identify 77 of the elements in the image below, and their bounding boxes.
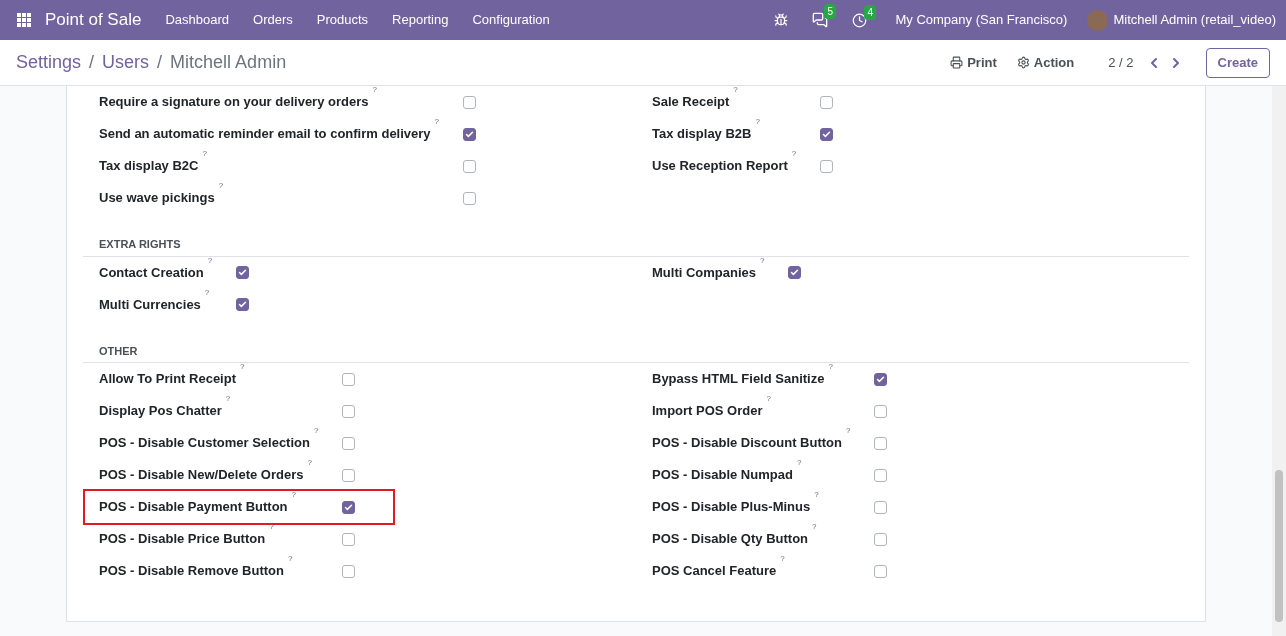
field-label: Bypass HTML Field Sanitize — [652, 370, 825, 389]
breadcrumb-current: Mitchell Admin — [170, 51, 287, 74]
field-label: POS - Disable New/Delete Orders — [99, 466, 304, 485]
checkbox[interactable] — [342, 500, 356, 514]
checkbox[interactable] — [342, 372, 356, 386]
field-label: POS - Disable Payment Button — [99, 498, 288, 517]
checkbox[interactable] — [820, 127, 834, 141]
checkbox[interactable] — [874, 436, 888, 450]
field-label: POS - Disable Qty Button — [652, 530, 808, 549]
checkbox[interactable] — [342, 564, 356, 578]
checkbox[interactable] — [236, 298, 250, 311]
breadcrumb-separator: / — [157, 51, 163, 74]
create-button[interactable]: Create — [1205, 47, 1270, 78]
checkbox[interactable] — [463, 191, 477, 205]
user-avatar[interactable] — [1087, 9, 1109, 31]
pager-value: 2 / 2 — [1108, 53, 1134, 72]
app-grid-icon[interactable] — [17, 12, 32, 28]
section-heading: OTHER — [83, 342, 1189, 363]
checkbox[interactable] — [874, 532, 888, 546]
field-label: Tax display B2C — [99, 157, 199, 176]
checkbox[interactable] — [820, 159, 834, 173]
action-button[interactable]: Action — [1016, 52, 1075, 73]
checkbox[interactable] — [463, 127, 477, 141]
menu-item[interactable]: Reporting — [380, 10, 461, 30]
field-label: POS - Disable Remove Button — [99, 562, 284, 581]
checkbox[interactable] — [236, 266, 250, 279]
field-label: Contact Creation — [99, 263, 204, 282]
checkbox[interactable] — [342, 404, 356, 418]
field-label: POS - Disable Plus-Minus — [652, 498, 811, 517]
field-label: Sale Receipt — [652, 93, 730, 112]
checkbox[interactable] — [342, 532, 356, 546]
breadcrumb-link[interactable]: Settings — [16, 49, 82, 76]
activity-count-badge: 4 — [864, 4, 877, 20]
field-label: POS - Disable Discount Button — [652, 434, 842, 453]
checkbox[interactable] — [463, 95, 477, 109]
menu-item[interactable]: Orders — [241, 10, 305, 30]
messages-icon[interactable] — [812, 12, 829, 28]
field-label: POS Cancel Feature — [652, 562, 777, 581]
field-label: POS - Disable Price Button — [99, 530, 266, 549]
company-switcher[interactable]: My Company (San Francisco) — [895, 10, 1068, 30]
field-label: Display Pos Chatter — [99, 402, 222, 421]
checkbox[interactable] — [874, 468, 888, 482]
print-button[interactable]: Print — [950, 52, 997, 73]
field-label: Send an automatic reminder email to confirm delivery — [99, 125, 431, 144]
field-label: POS - Disable Customer Selection — [99, 434, 310, 453]
field-label: Import POS Order — [652, 402, 763, 421]
field-label: Tax display B2B — [652, 125, 752, 144]
user-menu[interactable]: Mitchell Admin (retail_video) — [1113, 10, 1276, 30]
breadcrumb-link[interactable]: Users — [102, 49, 150, 76]
scrollbar[interactable] — [1272, 86, 1286, 636]
debug-icon[interactable] — [774, 13, 789, 27]
field-label: Use wave pickings — [99, 189, 215, 208]
breadcrumb-separator: / — [89, 51, 95, 74]
checkbox[interactable] — [463, 159, 477, 173]
field-label: Use Reception Report — [652, 157, 788, 176]
app-name[interactable]: Point of Sale — [45, 7, 142, 33]
checkbox[interactable] — [874, 500, 888, 514]
printer-icon — [950, 56, 964, 69]
menu-item[interactable]: Products — [304, 10, 381, 30]
field-label: Allow To Print Receipt — [99, 370, 236, 389]
menu-item[interactable]: Configuration — [460, 10, 562, 30]
checkbox[interactable] — [820, 95, 834, 109]
gear-icon — [1016, 56, 1030, 69]
checkbox[interactable] — [874, 404, 888, 418]
field-label: Multi Currencies — [99, 295, 201, 314]
field-label: Multi Companies — [652, 263, 756, 282]
clock-icon[interactable] — [852, 12, 868, 28]
message-count-badge: 5 — [824, 4, 837, 19]
checkbox[interactable] — [874, 564, 888, 578]
checkbox[interactable] — [788, 266, 802, 279]
checkbox[interactable] — [342, 468, 356, 482]
field-label: Require a signature on your delivery orders — [99, 93, 369, 112]
checkbox[interactable] — [874, 372, 888, 386]
menu-item[interactable]: Dashboard — [153, 10, 241, 30]
field-label: POS - Disable Numpad — [652, 466, 793, 485]
section-heading: EXTRA RIGHTS — [83, 236, 1189, 257]
checkbox[interactable] — [342, 436, 356, 450]
